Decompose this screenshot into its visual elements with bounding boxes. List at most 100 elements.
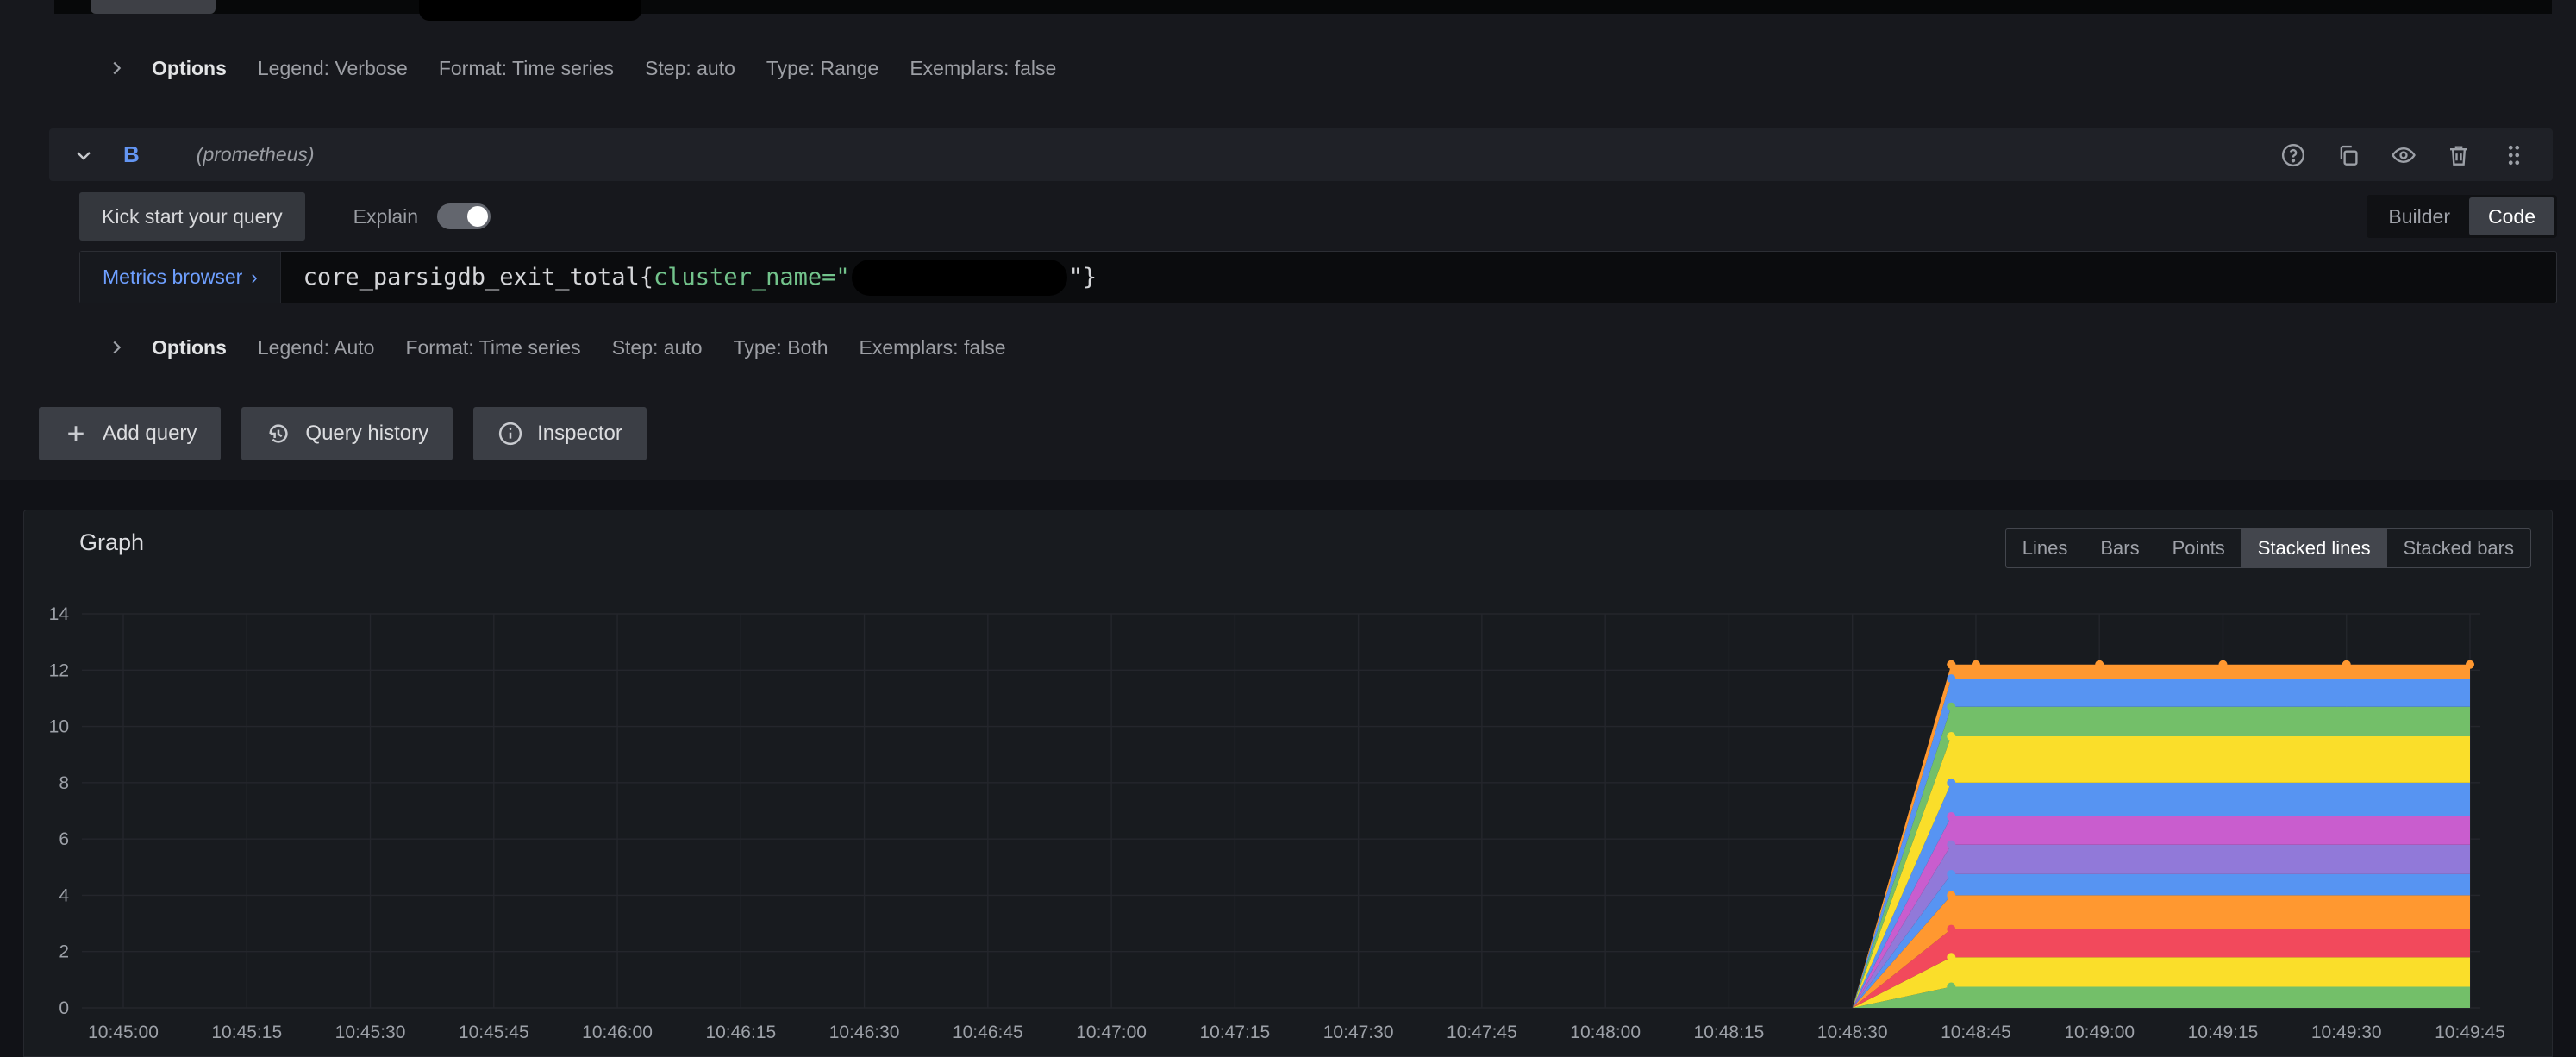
kick-start-query-button[interactable]: Kick start your query: [79, 192, 305, 241]
y-axis-tick-label: 14: [49, 604, 70, 624]
builder-mode-button[interactable]: Builder: [2369, 197, 2469, 235]
query-b-toolbar: Kick start your query Explain Builder Co…: [79, 191, 2557, 241]
x-axis-tick-label: 10:46:30: [829, 1023, 900, 1042]
history-icon: [269, 424, 289, 443]
x-axis-tick-label: 10:49:15: [2188, 1023, 2259, 1042]
hide-response-eye-icon[interactable]: [2389, 141, 2418, 170]
mode-points-button[interactable]: Points: [2156, 529, 2241, 567]
chevron-right-icon[interactable]: [107, 59, 126, 78]
metrics-browser-button[interactable]: Metrics browser ›: [80, 252, 281, 303]
x-axis-tick-label: 10:49:30: [2311, 1023, 2382, 1042]
chevron-right-icon: ›: [251, 266, 258, 288]
x-axis-tick-label: 10:45:15: [211, 1023, 282, 1042]
series-knee-marker: [1947, 953, 1956, 962]
options-label[interactable]: Options: [152, 57, 227, 80]
format-summary: Format: Time series: [405, 335, 581, 359]
duplicate-query-icon[interactable]: [2334, 141, 2363, 170]
x-axis-tick-label: 10:45:00: [88, 1023, 159, 1042]
options-label[interactable]: Options: [152, 336, 227, 360]
x-axis-tick-label: 10:49:45: [2435, 1023, 2505, 1042]
series-knee-marker: [1947, 731, 1956, 741]
x-axis-tick-label: 10:46:00: [582, 1023, 653, 1042]
plus-icon: [68, 426, 84, 441]
query-a-editor-fragment: [91, 0, 216, 14]
exemplars-summary: Exemplars: false: [910, 56, 1057, 79]
add-query-button[interactable]: Add query: [39, 407, 222, 460]
info-icon: [499, 422, 522, 446]
step-summary: Step: auto: [645, 56, 735, 79]
y-axis-tick-label: 2: [59, 942, 69, 962]
top-series-marker: [2095, 660, 2104, 669]
mode-stacked-lines-button[interactable]: Stacked lines: [2241, 529, 2387, 567]
series-knee-marker: [1947, 674, 1956, 684]
exemplars-summary: Exemplars: false: [859, 335, 1006, 359]
type-summary: Type: Range: [766, 56, 879, 79]
query-header-actions: [2279, 141, 2529, 170]
x-axis-tick-label: 10:47:45: [1447, 1023, 1517, 1042]
x-axis-tick-label: 10:47:30: [1323, 1023, 1394, 1042]
x-axis-tick-label: 10:47:00: [1076, 1023, 1147, 1042]
format-summary: Format: Time series: [438, 56, 615, 79]
label-operator: =": [822, 264, 850, 291]
query-b-header[interactable]: B (prometheus): [49, 128, 2553, 181]
datasource-name: (prometheus): [196, 143, 315, 166]
y-axis-tick-label: 0: [59, 998, 69, 1018]
step-summary: Step: auto: [611, 335, 703, 359]
query-history-button[interactable]: Query history: [241, 407, 453, 460]
top-series-marker: [2342, 660, 2351, 669]
redacted-cluster-name: [851, 259, 1067, 296]
toggle-knob: [467, 206, 489, 227]
help-icon[interactable]: [2279, 141, 2308, 170]
metric-name: core_parsigdb_exit_total{: [303, 264, 654, 291]
query-a-editor-cutoff: [54, 0, 2552, 21]
series-knee-marker: [1947, 812, 1956, 822]
query-b-options-row[interactable]: Options Legend: Auto Format: Time series…: [107, 325, 1006, 370]
drag-handle-grip-icon[interactable]: [2499, 141, 2529, 170]
series-knee-marker: [1947, 891, 1956, 900]
stacked-series-area: [123, 986, 2470, 1008]
x-axis-tick-label: 10:46:45: [953, 1023, 1023, 1042]
mode-bars-button[interactable]: Bars: [2084, 529, 2155, 567]
x-axis-tick-label: 10:48:45: [1941, 1023, 2011, 1042]
editor-mode-switch: Builder Code: [2367, 195, 2557, 238]
x-axis-tick-label: 10:45:30: [335, 1023, 406, 1042]
inspector-button[interactable]: Inspector: [473, 407, 647, 460]
chevron-right-icon[interactable]: [107, 338, 126, 357]
display-mode-switch: Lines Bars Points Stacked lines Stacked …: [2004, 528, 2531, 568]
top-series-marker: [2466, 660, 2474, 669]
query-actions-row: Add query Query history Inspector: [39, 407, 647, 460]
series-knee-marker: [1947, 924, 1956, 934]
mode-lines-button[interactable]: Lines: [2006, 529, 2085, 567]
series-knee-marker: [1947, 869, 1956, 879]
legend-summary: Legend: Auto: [257, 335, 375, 359]
code-mode-button[interactable]: Code: [2469, 197, 2554, 235]
top-series-marker: [1971, 660, 1980, 669]
series-knee-marker: [1947, 702, 1956, 711]
chevron-down-icon[interactable]: [73, 145, 94, 166]
series-knee-marker: [1947, 778, 1956, 787]
y-axis-tick-label: 10: [49, 717, 69, 737]
graph-panel: Graph Lines Bars Points Stacked lines St…: [23, 510, 2553, 1057]
query-editor-section: Options Legend: Verbose Format: Time ser…: [0, 0, 2576, 480]
query-ref-id: B: [123, 141, 140, 167]
remove-query-trash-icon[interactable]: [2444, 141, 2473, 170]
query-a-options-row[interactable]: Options Legend: Verbose Format: Time ser…: [107, 46, 1056, 91]
y-axis-tick-label: 8: [59, 773, 69, 793]
x-axis-tick-label: 10:48:00: [1570, 1023, 1641, 1042]
x-axis-tick-label: 10:45:45: [459, 1023, 529, 1042]
y-axis-tick-label: 6: [59, 829, 69, 849]
panel-title: Graph: [79, 529, 145, 555]
top-series-marker: [2218, 660, 2228, 669]
y-axis-tick-label: 12: [49, 660, 69, 680]
explain-toggle[interactable]: [437, 203, 491, 229]
y-axis-tick-label: 4: [59, 885, 69, 905]
graph-panel-header: Graph Lines Bars Points Stacked lines St…: [24, 510, 2552, 574]
x-axis-tick-label: 10:47:15: [1199, 1023, 1270, 1042]
query-closing: "}: [1068, 264, 1097, 291]
stacked-area-chart[interactable]: 0 2 4 6 8 10 12 14 10:45:00 10:45:15 10:45:30 10:45…: [24, 574, 2552, 1057]
promql-query-text[interactable]: core_parsigdb_exit_total{ cluster_name =…: [303, 259, 1097, 296]
series-knee-marker: [1947, 982, 1956, 991]
mode-stacked-bars-button[interactable]: Stacked bars: [2387, 529, 2530, 567]
promql-editor-row[interactable]: Metrics browser › core_parsigdb_exit_tot…: [79, 251, 2557, 303]
label-name: cluster_name: [653, 264, 822, 291]
